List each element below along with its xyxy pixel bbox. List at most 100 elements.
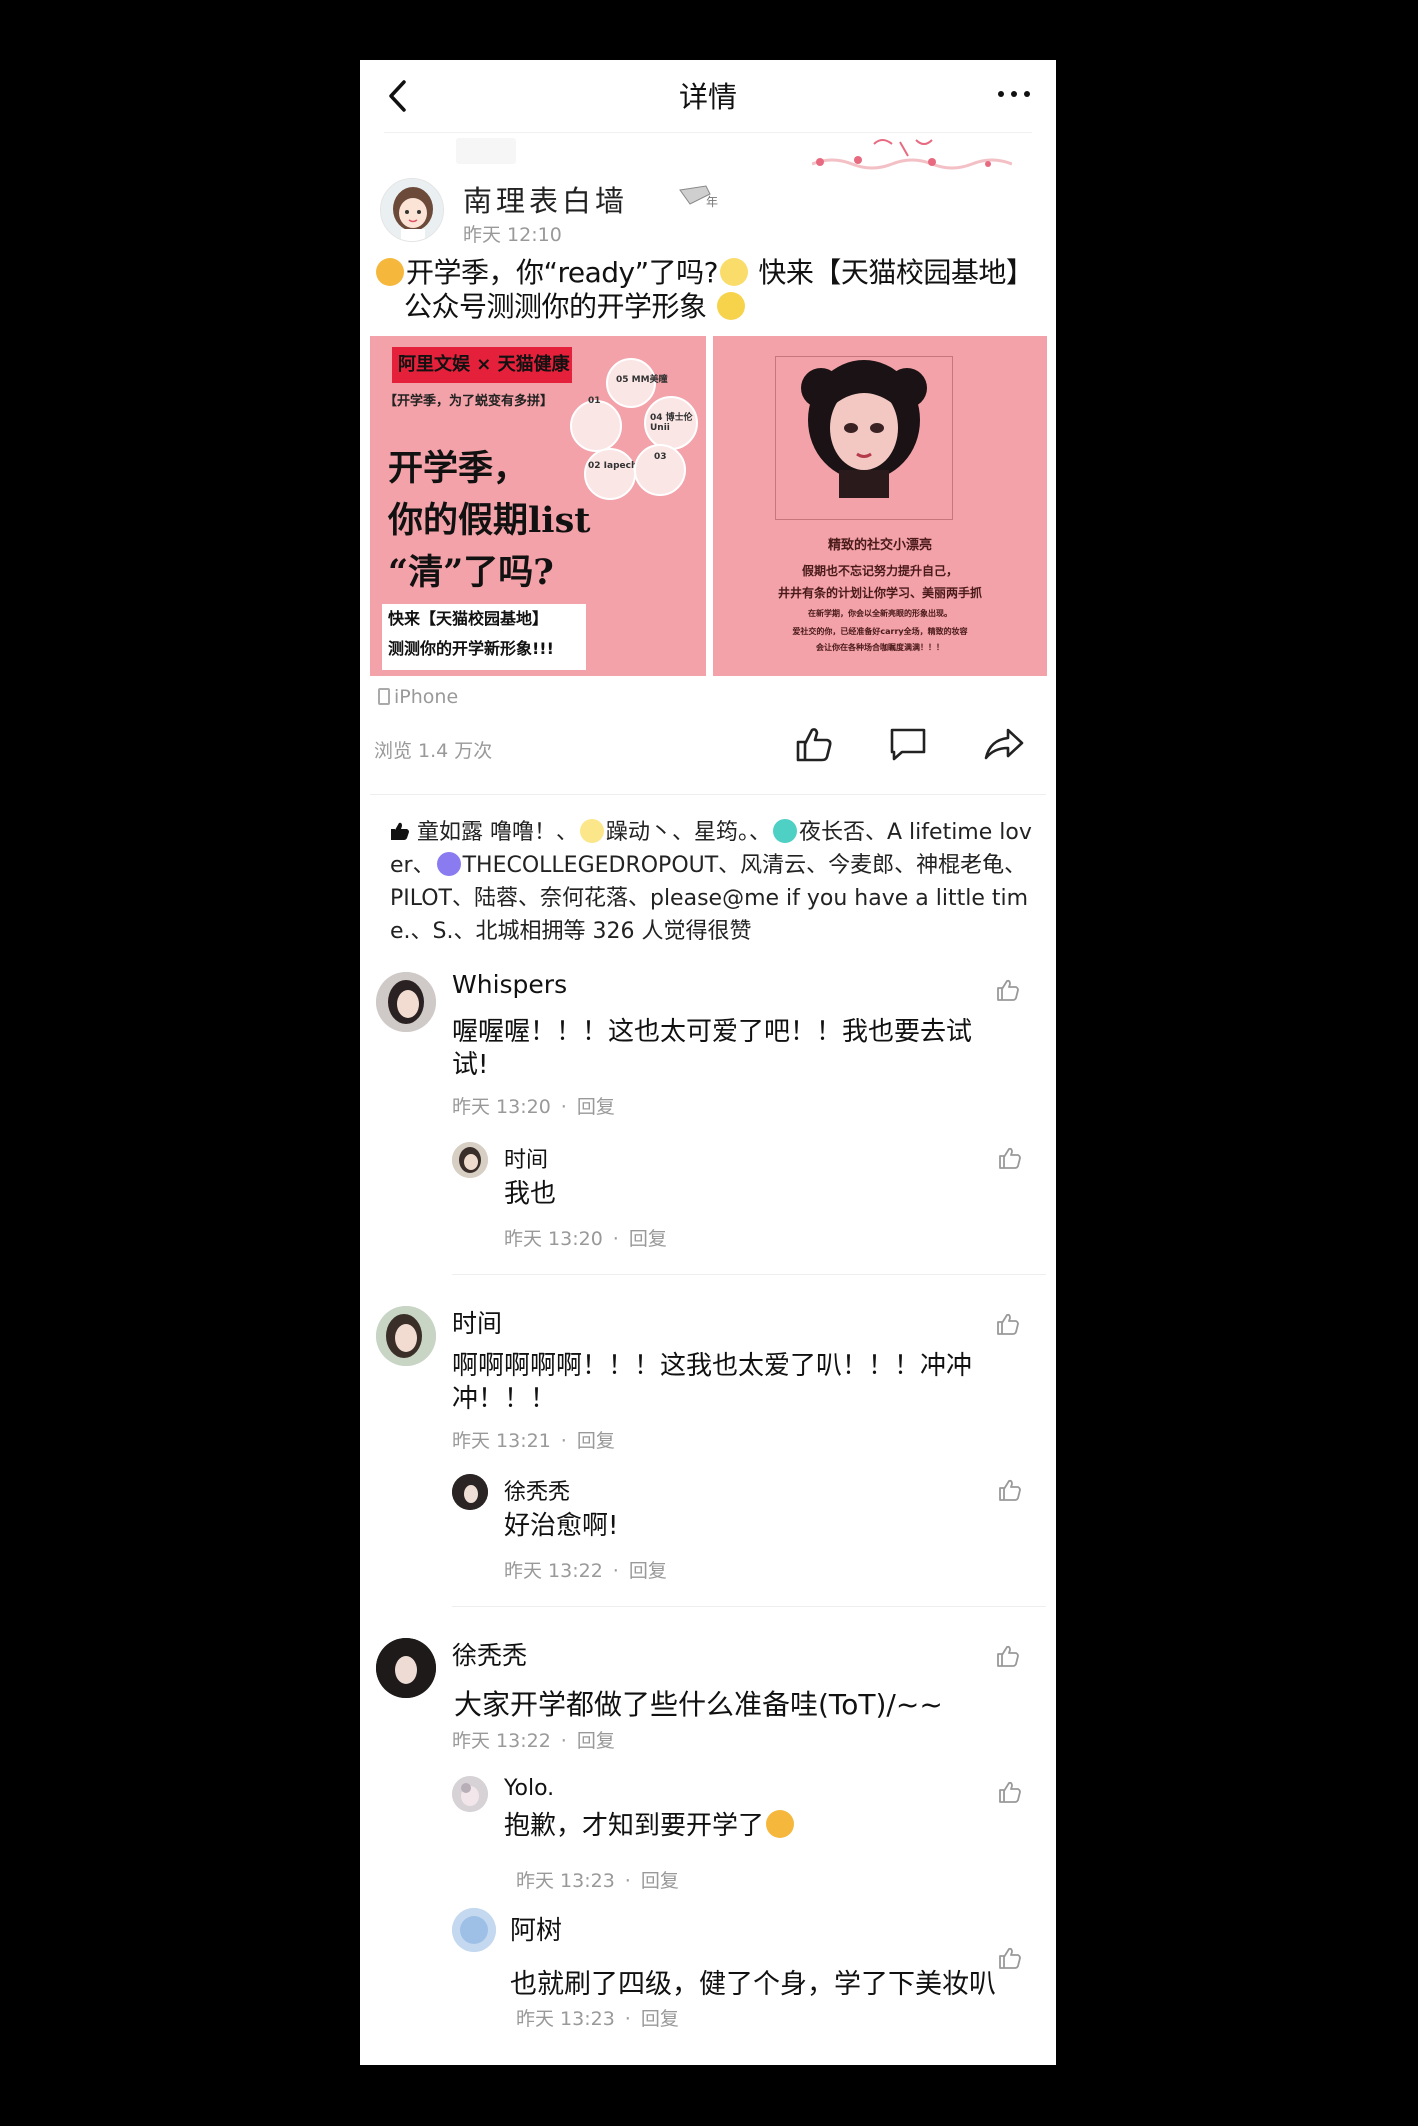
image-headline-3: “清”了吗? — [388, 552, 554, 593]
crown-emoji-icon — [436, 852, 461, 876]
reply-text: 抱歉，才知到要开学了 — [504, 1810, 796, 1843]
comment-button-icon[interactable] — [888, 726, 928, 762]
sun-emoji-icon — [580, 819, 604, 843]
reply-meta: 昨天 13:23 · 回复 — [516, 2008, 679, 2030]
reply-name[interactable]: Yolo. — [504, 1776, 554, 1801]
post-image-1[interactable]: 阿里文娱 × 天猫健康 【开学季，为了蜕变有多拼】 开学季， 你的假期list … — [370, 336, 706, 676]
reply-avatar[interactable] — [452, 1776, 488, 1812]
reply-name[interactable]: 时间 — [504, 1142, 548, 1174]
reply-name[interactable]: 徐秃秃 — [504, 1474, 570, 1506]
comment-meta: 昨天 13:22 · 回复 — [452, 1730, 615, 1752]
comment-text: 啊啊啊啊啊！！！这我也太爱了叭！！！冲冲 — [452, 1351, 973, 1381]
reply-avatar[interactable] — [452, 1142, 488, 1178]
result-line-4: 爱社交的你，已经准备好carry全场，精致的妆容 — [792, 627, 968, 636]
comment-text: 喔喔喔！！！这也太可爱了吧！！我也要去试 — [452, 1017, 973, 1047]
reply-like-icon[interactable] — [998, 1780, 1022, 1804]
commenter-name[interactable]: 徐秃秃 — [452, 1636, 527, 1672]
commenter-name[interactable]: 时间 — [452, 1304, 502, 1340]
device-info: iPhone — [378, 686, 458, 708]
comment-time: 昨天 13:22 — [452, 1730, 551, 1752]
badge-text: 年 — [706, 195, 718, 209]
reply-meta: 昨天 13:23 · 回复 — [516, 1870, 679, 1892]
post-image-2[interactable]: 精致的社交小漂亮 假期也不忘记努力提升自己， 井井有条的计划让你学习、美丽两手抓… — [713, 336, 1047, 676]
author-name[interactable]: 南理表白墙 — [463, 178, 628, 220]
reply-link[interactable]: 回复 — [629, 1560, 667, 1582]
reply-text: 也就刷了四级，健了个身，学了下美妆叭 — [510, 1969, 996, 2000]
page-title: 详情 — [678, 80, 737, 114]
image-headline-2: 你的假期list — [388, 500, 591, 541]
likes-part-4[interactable]: THECOLLEGEDROPOUT、风清云、今麦郎、神棍老龟、PILOT、陆蓉、… — [390, 853, 1028, 944]
reply-link[interactable]: 回复 — [577, 1096, 615, 1118]
commenter-avatar[interactable] — [376, 1306, 436, 1366]
reply-text-content: 抱歉，才知到要开学了 — [504, 1811, 765, 1841]
like-button-icon[interactable] — [794, 724, 834, 764]
phone-icon — [378, 688, 390, 705]
reply-like-icon[interactable] — [998, 1146, 1022, 1170]
comment-time: 昨天 13:20 — [452, 1096, 551, 1118]
reply-name[interactable]: 阿树 — [510, 1910, 562, 1947]
callout-line-1: 快来【天猫校园基地】 — [388, 609, 549, 628]
post-text-c: 公众号测测你的开学形象 — [404, 290, 707, 323]
image-callout-box: 快来【天猫校园基地】 测测你的开学新形象!!! — [382, 604, 586, 670]
image-headline-1: 开学季， — [388, 448, 529, 489]
portrait-illustration-icon — [801, 360, 927, 498]
commenter-avatar[interactable] — [376, 1638, 436, 1698]
comment-meta: 昨天 13:21 · 回复 — [452, 1430, 615, 1452]
callout-line-2: 测测你的开学新形象!!! — [388, 639, 554, 658]
bubble-label: 01 — [588, 396, 601, 406]
comment-like-icon[interactable] — [996, 978, 1020, 1002]
comment-like-icon[interactable] — [996, 1644, 1020, 1668]
bubble-label: 05 MM美瞳 — [616, 375, 668, 385]
reply-link[interactable]: 回复 — [577, 1430, 615, 1452]
reply-meta: 昨天 13:22 · 回复 — [504, 1560, 667, 1582]
reply-link[interactable]: 回复 — [629, 1228, 667, 1250]
reply-time: 昨天 13:22 — [504, 1560, 603, 1582]
brand-tag: 阿里文娱 × 天猫健康 — [392, 347, 572, 383]
reply-meta: 昨天 13:20 · 回复 — [504, 1228, 667, 1250]
result-line-2: 井井有条的计划让你学习、美丽两手抓 — [777, 586, 982, 600]
reply-time: 昨天 13:23 — [516, 2008, 615, 2030]
likes-list: 童如露 噜噜！、 躁动丶、星筠。、 夜长否、A lifetime lover、 THE… — [390, 816, 1036, 948]
vip-badge-icon: 年 — [679, 185, 718, 209]
post-time: 昨天 12:10 — [463, 224, 562, 246]
more-icon[interactable] — [996, 84, 1032, 104]
comment-text: 大家开学都做了些什么准备哇(ToT)/~~ — [454, 1688, 943, 1721]
reply-text: 我也 — [504, 1179, 557, 1209]
reply-like-icon[interactable] — [998, 1946, 1022, 1970]
share-button-icon[interactable] — [982, 726, 1026, 762]
comment-like-icon[interactable] — [996, 1312, 1020, 1336]
post-content: 开学季，你“ready”了吗? 快来【天猫校园基地】 公众号测测你的开学形象 — [374, 256, 1046, 324]
comment-meta: 昨天 13:20 · 回复 — [452, 1096, 615, 1118]
reply-time: 昨天 13:23 — [516, 1870, 615, 1892]
commenter-name[interactable]: Whispers — [452, 970, 567, 999]
author-avatar[interactable] — [380, 178, 444, 242]
comment-text-cont: 冲！！！ — [452, 1384, 557, 1414]
reply-link[interactable]: 回复 — [577, 1730, 615, 1752]
device-name: iPhone — [394, 686, 459, 708]
nav-divider — [384, 132, 1032, 133]
reply-link[interactable]: 回复 — [641, 2008, 679, 2030]
commenter-avatar[interactable] — [376, 972, 436, 1032]
likes-part-2[interactable]: 躁动丶、星筠。、 — [606, 820, 771, 845]
likes-part-1[interactable]: 童如露 噜噜！、 — [417, 820, 578, 845]
divider — [370, 794, 1046, 795]
bubble-label: 04 博士伦Unii — [650, 413, 693, 433]
divider — [452, 1274, 1046, 1275]
smile-emoji-icon — [716, 292, 745, 320]
reply-avatar[interactable] — [452, 1474, 488, 1510]
reply-avatar[interactable] — [452, 1908, 496, 1952]
bubble-label: 03 — [654, 452, 667, 462]
view-count: 浏览 1.4 万次 — [374, 740, 493, 762]
reply-text: 好治愈啊! — [504, 1511, 619, 1541]
moon-emoji-icon — [720, 258, 748, 286]
reply-like-icon[interactable] — [998, 1478, 1022, 1502]
image-subtitle: 【开学季，为了蜕变有多拼】 — [384, 394, 554, 409]
banner-decoration — [456, 138, 516, 164]
product-bubble — [570, 400, 622, 452]
result-line-1: 假期也不忘记努力提升自己， — [801, 564, 958, 578]
product-bubble — [584, 448, 636, 500]
reply-link[interactable]: 回复 — [641, 1870, 679, 1892]
post-text-a: 开学季，你“ready”了吗? — [406, 256, 719, 289]
banner-decoration-icon — [812, 139, 1012, 170]
divider — [452, 1606, 1046, 1607]
